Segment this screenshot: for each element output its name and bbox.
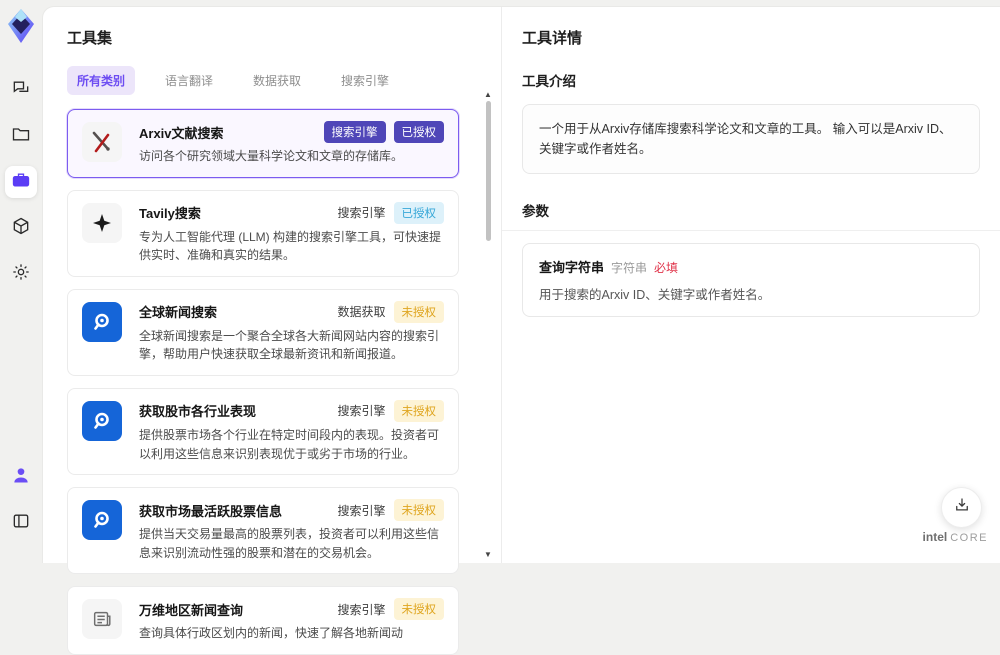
auth-status-badge: 未授权 [393,499,444,522]
sidebar-item-tools[interactable] [5,166,37,198]
tool-description: 提供当天交易量最高的股票列表，投资者可以利用这些信息来识别流动性强的股票和潜在的… [139,527,440,560]
category-tabs: 所有类别 语言翻译 数据获取 搜索引擎 [67,66,477,95]
tool-card-arxiv[interactable]: Arxiv文献搜索 搜索引擎 已授权 访问各个研究领域大量科学论文和文章的存储库… [67,109,459,178]
tool-description: 访问各个研究领域大量科学论文和文章的存储库。 [139,149,404,163]
tool-name: Tavily搜索 [139,206,201,222]
tool-list-pane: 工具集 所有类别 语言翻译 数据获取 搜索引擎 Arxiv文献搜索 搜索引擎 已… [43,7,501,655]
auth-status-badge: 已授权 [393,121,444,143]
category-label: 搜索引擎 [337,503,386,518]
param-description: 用于搜索的Arxiv ID、关键字或作者姓名。 [539,288,771,302]
auth-status-badge: 未授权 [393,300,444,323]
app-logo [7,8,35,44]
main-content: 工具集 所有类别 语言翻译 数据获取 搜索引擎 Arxiv文献搜索 搜索引擎 已… [42,6,1000,655]
arxiv-logo-icon [82,122,122,162]
sidebar-item-files[interactable] [5,120,37,152]
tavily-star-icon [82,202,122,243]
parameter-item: 查询字符串 字符串 必填 用于搜索的Arxiv ID、关键字或作者姓名。 [522,243,980,317]
brand-core-text: core [950,532,988,544]
download-icon [953,496,971,519]
scroll-down-arrow[interactable]: ▼ [484,551,492,559]
tool-name: 获取市场最活跃股票信息 [139,503,283,519]
tab-data-fetch[interactable]: 数据获取 [243,66,311,95]
tool-card-list: Arxiv文献搜索 搜索引擎 已授权 访问各个研究领域大量科学论文和文章的存储库… [67,109,477,655]
blue-search-icon [82,500,122,541]
auth-status-badge: 未授权 [393,399,444,422]
auth-status-badge: 未授权 [393,598,444,621]
tool-description: 查询具体行政区划内的新闻，快速了解各地新闻动 [139,626,404,641]
tool-card-regional-news[interactable]: 万维地区新闻查询 搜索引擎 未授权 查询具体行政区划内的新闻，快速了解各地新闻动 [67,586,459,655]
scrollbar-thumb[interactable] [486,101,491,241]
tab-language-translation[interactable]: 语言翻译 [155,66,223,95]
blue-search-icon [82,400,122,441]
tool-description: 全球新闻搜索是一个聚合全球各大新闻网站内容的搜索引擎，帮助用户快速获取全球最新资… [139,328,440,362]
newspaper-icon [82,599,122,640]
user-icon [11,465,31,490]
folder-icon [11,124,31,149]
list-scrollbar[interactable]: ▲ ▼ [483,91,493,559]
gear-icon [11,262,31,287]
param-required-flag: 必填 [654,261,679,275]
left-sidebar [0,0,42,563]
category-label: 搜索引擎 [337,404,386,419]
tool-name: Arxiv文献搜索 [139,125,224,141]
sidebar-item-chat[interactable] [5,74,37,106]
tool-name: 全球新闻搜索 [139,305,218,321]
briefcase-icon [11,170,31,195]
intel-core-logo: intel core [923,530,988,544]
tool-description: 提供股票市场各个行业在特定时间段内的表现。投资者可以利用这些信息来识别表现优于或… [139,427,440,461]
page-title: 工具集 [67,30,113,47]
intro-text-box: 一个用于从Arxiv存储库搜索科学论文和文章的工具。 输入可以是Arxiv ID… [522,104,980,174]
user-avatar-button[interactable] [5,461,37,493]
chat-icon [11,78,31,103]
panel-toggle-icon [11,511,31,536]
tool-card-tavily[interactable]: Tavily搜索 搜索引擎 已授权 专为人工智能代理 (LLM) 构建的搜索引擎… [67,189,459,277]
blue-search-icon [82,301,122,342]
sidebar-item-settings[interactable] [5,258,37,290]
category-badge: 搜索引擎 [323,121,386,143]
scroll-up-arrow[interactable]: ▲ [484,91,492,99]
tool-card-sector-performance[interactable]: 获取股市各行业表现 搜索引擎 未授权 提供股票市场各个行业在特定时间段内的表现。… [67,387,459,476]
category-label: 数据获取 [337,305,386,320]
download-button[interactable] [941,487,982,528]
param-type: 字符串 [611,261,648,275]
tool-card-most-active-stocks[interactable]: 获取市场最活跃股票信息 搜索引擎 未授权 提供当天交易量最高的股票列表，投资者可… [67,487,459,575]
brand-intel-text: intel [922,530,948,544]
tool-name: 万维地区新闻查询 [139,602,244,618]
auth-status-badge: 已授权 [393,201,444,224]
param-name: 查询字符串 [539,260,605,275]
tool-name: 获取股市各行业表现 [139,404,257,420]
intro-heading: 工具介绍 [522,74,576,89]
sidebar-item-models[interactable] [5,212,37,244]
tool-description: 专为人工智能代理 (LLM) 构建的搜索引擎工具，可快速提供实时、准确和真实的结… [139,229,442,263]
tab-search-engine[interactable]: 搜索引擎 [331,66,399,95]
collapse-sidebar-button[interactable] [5,507,37,539]
details-title: 工具详情 [522,30,583,47]
category-label: 搜索引擎 [337,206,386,221]
category-label: 搜索引擎 [337,602,386,617]
tool-details-pane: 工具详情 工具介绍 一个用于从Arxiv存储库搜索科学论文和文章的工具。 输入可… [501,7,1000,563]
params-heading: 参数 [502,200,1000,231]
cube-icon [11,216,31,241]
tool-card-global-news[interactable]: 全球新闻搜索 数据获取 未授权 全球新闻搜索是一个聚合全球各大新闻网站内容的搜索… [67,288,459,376]
tab-all-categories[interactable]: 所有类别 [67,66,136,95]
